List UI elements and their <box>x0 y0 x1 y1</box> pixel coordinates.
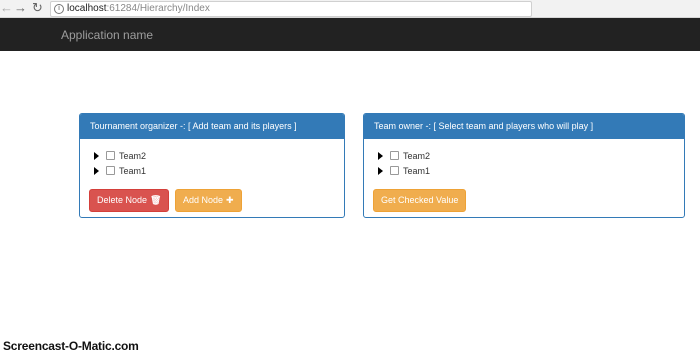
node-checkbox[interactable] <box>390 151 399 161</box>
tree-node: Team2 <box>94 149 146 164</box>
info-icon[interactable]: i <box>54 4 64 14</box>
tree-node: Team1 <box>378 164 430 179</box>
url-path: :61284/Hierarchy/Index <box>106 3 210 14</box>
team-owner-panel: Team owner -: [ Select team and players … <box>363 113 685 218</box>
node-label: Team1 <box>403 166 431 176</box>
reload-icon[interactable]: ↻ <box>32 1 43 15</box>
caret-right-icon[interactable] <box>94 151 99 160</box>
forward-icon[interactable]: → <box>14 1 27 15</box>
url-text: localhost:61284/Hierarchy/Index <box>67 2 210 16</box>
caret-right-icon[interactable] <box>378 151 383 160</box>
panel-heading: Team owner -: [ Select team and players … <box>364 114 684 139</box>
brand-link[interactable]: Application name <box>61 18 153 52</box>
plus-icon: ✚ <box>225 195 234 205</box>
node-checkbox[interactable] <box>106 166 115 176</box>
caret-right-icon[interactable] <box>378 166 383 175</box>
add-node-label: Add Node <box>182 195 223 205</box>
panel-buttons: Get Checked Value <box>373 189 467 212</box>
tree-node: Team1 <box>94 164 146 179</box>
browser-address-bar: ← → ↻ i localhost:61284/Hierarchy/Index <box>0 0 700 18</box>
get-checked-value-button[interactable]: Get Checked Value <box>373 189 467 212</box>
team-tree: Team2 Team1 <box>378 149 430 179</box>
node-label: Team2 <box>403 151 431 161</box>
panel-buttons: Delete Node 🗑 Add Node ✚ <box>89 189 243 212</box>
tournament-organizer-panel: Tournament organizer -: [ Add team and i… <box>79 113 345 218</box>
back-icon[interactable]: ← <box>0 1 13 15</box>
url-field[interactable]: i localhost:61284/Hierarchy/Index <box>50 1 532 17</box>
panel-heading: Tournament organizer -: [ Add team and i… <box>80 114 344 139</box>
node-checkbox[interactable] <box>390 166 399 176</box>
delete-node-label: Delete Node <box>97 195 148 205</box>
trash-icon: 🗑 <box>150 195 162 205</box>
node-label: Team1 <box>119 166 147 176</box>
delete-node-button[interactable]: Delete Node 🗑 <box>89 189 170 212</box>
url-host: localhost <box>67 3 107 14</box>
node-checkbox[interactable] <box>106 151 115 161</box>
add-node-button[interactable]: Add Node ✚ <box>174 189 242 212</box>
caret-right-icon[interactable] <box>94 166 99 175</box>
navbar: Application name <box>0 18 700 51</box>
team-tree: Team2 Team1 <box>94 149 146 179</box>
tree-node: Team2 <box>378 149 430 164</box>
node-label: Team2 <box>119 151 147 161</box>
watermark: Screencast-O-Matic.com <box>3 339 139 353</box>
